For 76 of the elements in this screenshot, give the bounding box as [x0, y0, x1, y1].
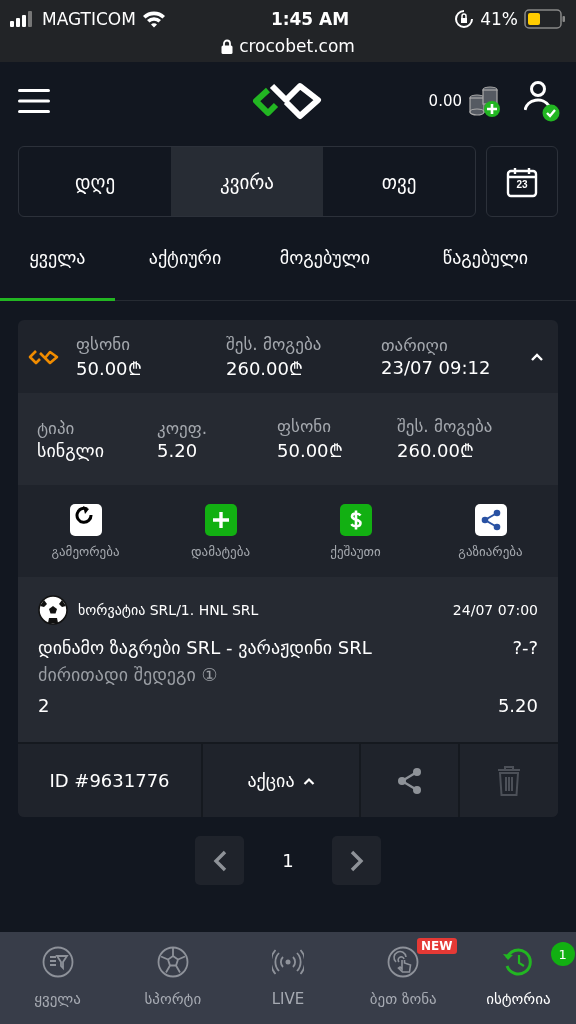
- filter-tab[interactable]: წაგებული: [395, 217, 576, 301]
- summary-label: თარიღი: [381, 335, 449, 355]
- filter-tab[interactable]: მოგებული: [255, 217, 395, 301]
- new-badge: NEW: [417, 938, 457, 954]
- soccer-ball-icon: [38, 595, 68, 625]
- share-icon: [474, 503, 507, 536]
- nav-tab[interactable]: 1 ისტორია: [460, 932, 576, 1024]
- battery-percent: 41%: [480, 9, 518, 29]
- lock-icon: [221, 38, 234, 54]
- page-number[interactable]: 1: [274, 850, 302, 871]
- deposit-coins-icon[interactable]: [468, 84, 502, 118]
- chevron-left-icon: [212, 849, 227, 872]
- detail-value: 5.20: [157, 439, 199, 461]
- dollar-icon: [339, 503, 372, 536]
- summary-value: 260.00₾: [226, 356, 304, 380]
- battery-icon: [524, 9, 566, 29]
- calendar-button[interactable]: 23: [486, 146, 558, 217]
- summary-label: ფსონი: [76, 333, 131, 354]
- carrier-name: MAGTICOM: [42, 9, 136, 29]
- collapse-button[interactable]: [530, 352, 544, 361]
- count-badge: 1: [550, 942, 575, 966]
- menu-button[interactable]: [18, 88, 50, 114]
- nav-tab[interactable]: NEW ბეთ ზონა: [345, 932, 461, 1024]
- chevron-right-icon: [349, 849, 364, 872]
- detail-value: 260.00₾: [397, 439, 475, 462]
- caret-up-icon: [302, 776, 315, 785]
- soccer-ball-icon: [156, 946, 189, 978]
- bet-logo-icon: [28, 347, 60, 366]
- url-text[interactable]: crocobet.com: [239, 36, 355, 56]
- detail-label: შეს. მოგება: [397, 416, 494, 436]
- event-time: 24/07 07:00: [452, 602, 538, 618]
- chevron-up-icon: [530, 352, 544, 361]
- summary-value: 23/07 09:12: [381, 357, 492, 378]
- league-name: ხორვატია SRL/1. HNL SRL: [78, 602, 259, 618]
- user-verified-icon[interactable]: [524, 80, 560, 122]
- calendar-day: 23: [506, 178, 538, 190]
- previous-page-button[interactable]: [195, 836, 244, 885]
- period-tab[interactable]: კვირა: [171, 147, 323, 216]
- filter-tab[interactable]: აქტიური: [115, 217, 255, 301]
- calendar-icon: [506, 165, 538, 198]
- pick-odds: 5.20: [497, 695, 538, 716]
- detail-value: 50.00₾: [277, 439, 344, 462]
- filter-tab[interactable]: ყველა: [0, 217, 115, 301]
- touch-hand-icon: [387, 946, 420, 978]
- add-button[interactable]: დამატება: [155, 503, 286, 559]
- plus-icon: [204, 503, 237, 536]
- repeat-button[interactable]: გამეორება: [20, 503, 151, 559]
- match-name: დინამო ზაგრები SRL - ვარაჟდინი SRL: [38, 637, 372, 658]
- summary-value: 50.00₾: [76, 356, 143, 380]
- share-button[interactable]: გაზიარება: [425, 503, 556, 559]
- repeat-icon: [69, 503, 102, 536]
- logo-icon[interactable]: [252, 80, 324, 120]
- pick-outcome: 2: [38, 695, 50, 716]
- detail-label: ფსონი: [277, 416, 332, 436]
- filter-icon: [41, 946, 74, 978]
- nav-tab[interactable]: სპორტი: [115, 932, 231, 1024]
- period-tab[interactable]: თვე: [323, 147, 475, 216]
- clock-time: 1:45 AM: [270, 9, 350, 29]
- detail-label: ტიპი: [37, 417, 76, 438]
- detail-value: სინგლი: [37, 439, 106, 461]
- match-score: ?-?: [512, 637, 538, 658]
- share-icon: [396, 766, 423, 795]
- menu-icon: [18, 88, 50, 114]
- trash-icon: [497, 764, 521, 797]
- wifi-icon: [141, 10, 166, 28]
- summary-label: შეს. მოგება: [226, 333, 323, 354]
- market-name: ძირითადი შედეგი ①: [38, 664, 218, 685]
- detail-label: კოეფ.: [157, 417, 209, 438]
- nav-tab[interactable]: ყველა: [0, 932, 116, 1024]
- cashout-button[interactable]: ქეშაუთი: [290, 503, 421, 559]
- nav-tab[interactable]: LIVE: [230, 932, 346, 1024]
- history-icon: [502, 946, 535, 978]
- rotation-lock-icon: [454, 9, 475, 29]
- balance-amount: 0.00: [428, 92, 462, 110]
- next-page-button[interactable]: [332, 836, 381, 885]
- period-tab[interactable]: დღე: [19, 147, 171, 216]
